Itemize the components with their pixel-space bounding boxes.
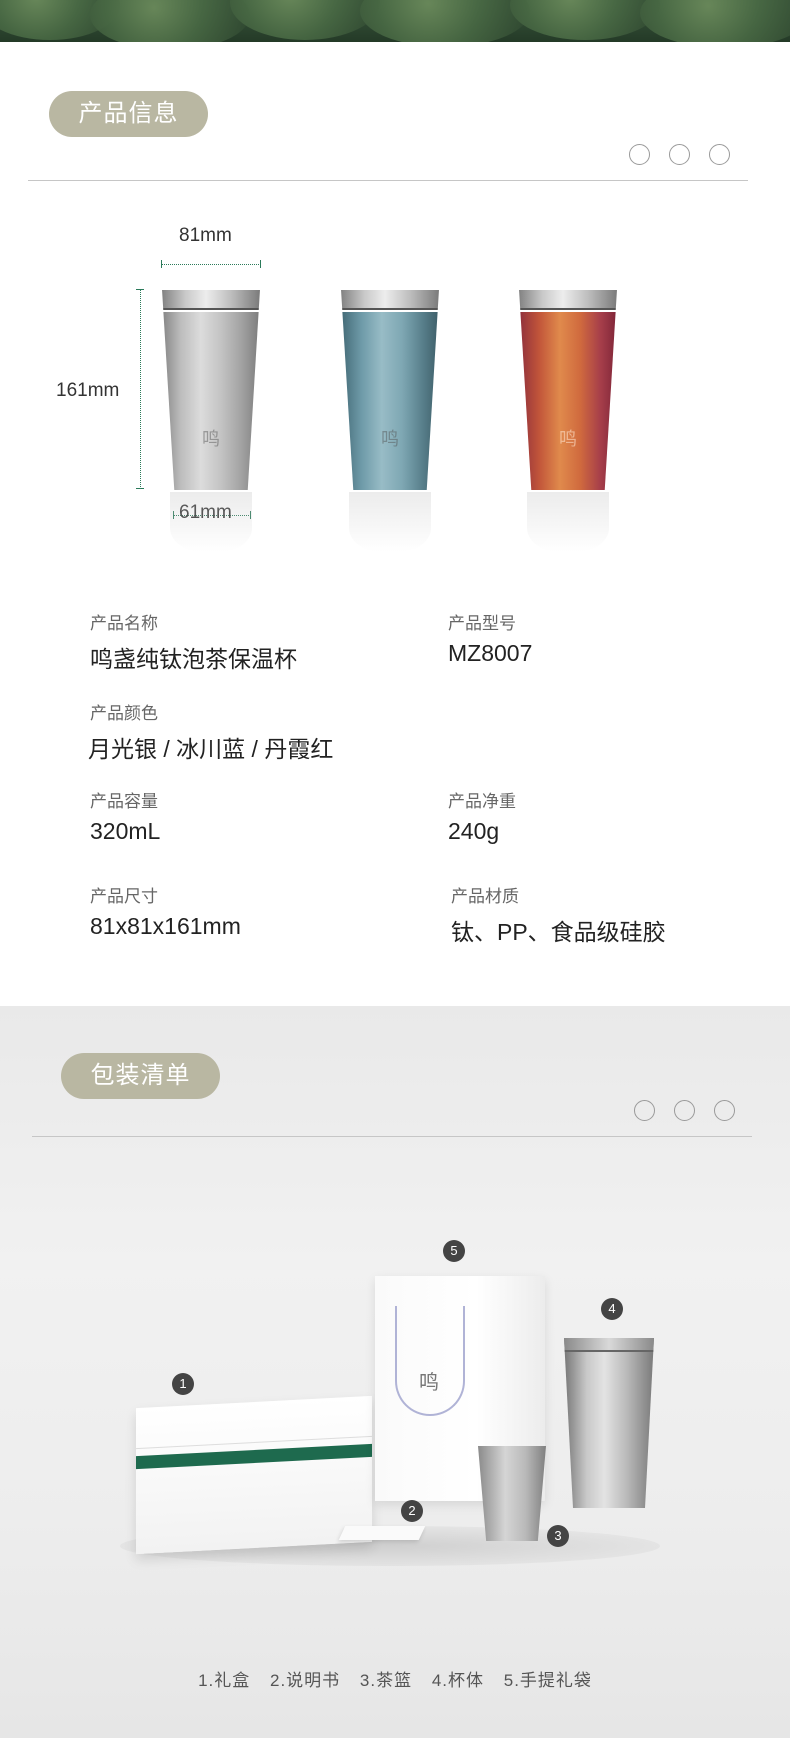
divider	[32, 1136, 752, 1137]
spec-label: 产品材质	[451, 887, 519, 906]
spec-product-capacity: 产品容量 320mL	[90, 787, 160, 845]
manual	[338, 1526, 426, 1540]
circle-icon	[634, 1100, 655, 1121]
spec-label: 产品颜色	[90, 704, 158, 723]
spec-value: MZ8007	[448, 640, 533, 666]
spec-value: 鸣盏纯钛泡茶保温杯	[90, 646, 297, 672]
logo-icon: 鸣	[381, 429, 399, 450]
dimension-height: 161mm	[56, 380, 120, 401]
gift-box	[136, 1395, 372, 1555]
spec-label: 产品型号	[448, 614, 516, 633]
package-item: 1.礼盒	[198, 1671, 251, 1690]
product-info-section: 产品信息 81mm 161mm 61mm 鸣 鸣	[0, 42, 790, 1006]
circle-icon	[629, 144, 650, 165]
cup-glacier-blue: 鸣	[339, 290, 441, 552]
spec-value: 月光银 / 冰川蓝 / 丹霞红	[88, 736, 334, 762]
spec-label: 产品名称	[90, 614, 158, 633]
badge-item-2: 2	[401, 1500, 423, 1522]
cup-body	[564, 1338, 654, 1508]
spec-product-size: 产品尺寸 81x81x161mm	[90, 882, 241, 940]
package-illustration: 鸣	[120, 1266, 680, 1586]
spec-label: 产品尺寸	[90, 887, 158, 906]
spec-value: 81x81x161mm	[90, 913, 241, 939]
badge-item-4: 4	[601, 1298, 623, 1320]
spec-product-name: 产品名称 鸣盏纯钛泡茶保温杯	[90, 609, 297, 674]
packing-list-section: 包装清单 鸣 1 2 3 4 5 1.礼盒 2.说明书 3.茶篮 4.杯体 5.…	[0, 1006, 790, 1738]
package-item: 4.杯体	[431, 1671, 485, 1690]
dimension-line	[161, 264, 261, 265]
spec-value: 钛、PP、食品级硅胶	[451, 919, 666, 945]
spec-product-model: 产品型号 MZ8007	[448, 609, 532, 667]
spec-product-color: 产品颜色 月光银 / 冰川蓝 / 丹霞红	[88, 699, 333, 764]
spec-label: 产品容量	[90, 792, 158, 811]
divider	[28, 180, 748, 181]
spec-label: 产品净重	[448, 792, 516, 811]
package-item: 3.茶篮	[359, 1671, 413, 1690]
spec-value: 240g	[448, 818, 500, 844]
circle-icon	[669, 144, 690, 165]
spec-product-weight: 产品净重 240g	[448, 787, 516, 845]
circle-icon	[709, 144, 730, 165]
package-item: 5.手提礼袋	[503, 1671, 592, 1690]
dimension-width-top: 81mm	[179, 225, 232, 246]
circle-icon	[714, 1100, 735, 1121]
decorative-dots	[634, 1100, 735, 1121]
badge-item-3: 3	[547, 1525, 569, 1547]
package-item: 2.说明书	[269, 1671, 341, 1690]
circle-icon	[674, 1100, 695, 1121]
spec-value: 320mL	[90, 818, 161, 844]
top-banner-image	[0, 0, 790, 42]
badge-item-5: 5	[443, 1240, 465, 1262]
badge-item-1: 1	[172, 1373, 194, 1395]
tea-strainer	[478, 1446, 546, 1541]
logo-icon: 鸣	[419, 1370, 439, 1394]
decorative-dots	[629, 144, 730, 165]
spec-product-material: 产品材质 钛、PP、食品级硅胶	[451, 882, 666, 947]
section-title-pill: 包装清单	[61, 1053, 220, 1099]
logo-icon: 鸣	[202, 429, 220, 450]
logo-icon: 鸣	[559, 429, 577, 450]
section-title-pill: 产品信息	[49, 91, 208, 137]
package-contents-caption: 1.礼盒 2.说明书 3.茶篮 4.杯体 5.手提礼袋	[0, 1666, 790, 1691]
dimension-line	[140, 289, 141, 489]
cup-moonlight-silver: 鸣	[160, 290, 262, 552]
cup-danxia-red: 鸣	[517, 290, 619, 552]
